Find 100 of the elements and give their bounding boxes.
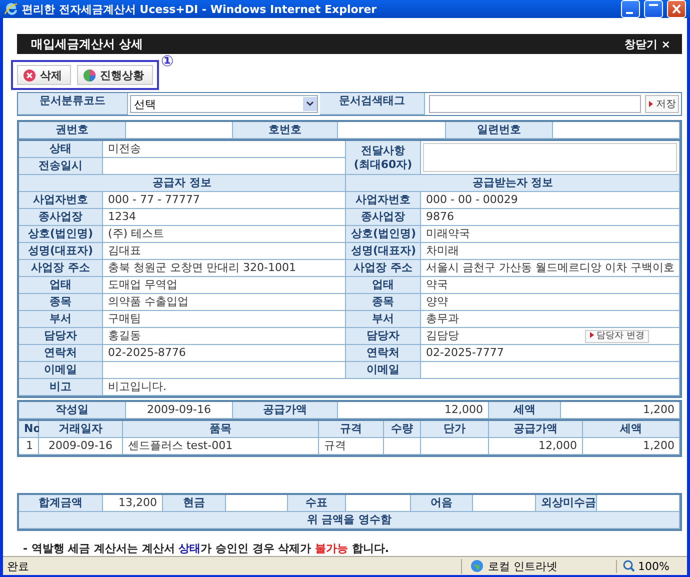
field-label: 전송일시 [19, 158, 103, 175]
field-label: 작성일 [19, 402, 126, 419]
field-label: 수량 [384, 421, 421, 438]
field-label: 담당자 [346, 328, 421, 345]
field-value: 02-2025-8776 [103, 345, 346, 362]
field-value: 규격 [319, 438, 384, 455]
field-label: 비고 [19, 379, 103, 396]
field-label: 이메일 [346, 362, 421, 379]
field-label: 외상미수금 [536, 495, 597, 512]
field-value: 12,000 [338, 402, 489, 419]
field-value: 서울시 금천구 가산동 월드메르디앙 이차 구백이호 [421, 260, 680, 277]
field-label: 종목 [346, 294, 421, 311]
field-value: 총무과 [421, 311, 680, 328]
field-value: 000 - 00 - 00029 [421, 192, 680, 209]
field-label: 사업장 주소 [346, 260, 421, 277]
field-label: 권번호 [19, 122, 126, 139]
field-value: 홍길동 [103, 328, 346, 345]
field-label: 성명(대표자) [19, 243, 103, 260]
field-value: 김대표 [103, 243, 346, 260]
field-value: 양약 [421, 294, 680, 311]
receipt-text: 위 금액을 영수함 [19, 512, 680, 529]
delete-icon [23, 68, 36, 82]
progress-button[interactable]: 진행상황 [77, 65, 153, 85]
triangle-icon [648, 101, 653, 107]
field-label: 상호(법인명) [19, 226, 103, 243]
field-label: 담당자 [19, 328, 103, 345]
field-label: 현금 [163, 495, 226, 512]
field-value: 충북 청원군 오창면 만대리 320-1001 [103, 260, 346, 277]
field-value: 12,000 [489, 438, 583, 455]
field-value: 구매팀 [103, 311, 346, 328]
section-heading: 공급자 정보 [19, 175, 346, 192]
field-label: 합계금액 [19, 495, 103, 512]
empty-cell [384, 438, 421, 455]
field-value: 약국 [421, 277, 680, 294]
field-label: 부서 [19, 311, 103, 328]
minimize-button[interactable] [621, 0, 640, 18]
field-label: 사업장 주소 [19, 260, 103, 277]
field-label: 종사업장 [346, 209, 421, 226]
browser-logo-icon [4, 2, 18, 16]
triangle-icon [590, 332, 594, 338]
message-field[interactable] [423, 143, 678, 172]
notice-text: - 역발행 세금 계산서는 계산서 상태가 승인인 경우 삭제가 불가능 합니다. [23, 541, 390, 556]
field-label: 업태 [346, 277, 421, 294]
field-label: 세액 [583, 421, 680, 438]
close-button[interactable] [667, 0, 686, 18]
field-label: 어음 [411, 495, 473, 512]
field-value: 2009-09-16 [39, 438, 123, 455]
zone-text: 로컬 인트라넷 [488, 558, 558, 574]
window-title: 편리한 전자세금계산서 Ucess+DI - Windows Internet Explorer [22, 2, 378, 16]
category-dropdown[interactable]: 선택 [130, 95, 318, 113]
field-label: 이메일 [19, 362, 103, 379]
maximize-button[interactable] [644, 0, 663, 18]
field-value: 1,200 [583, 438, 680, 455]
field-value: 000 - 77 - 77777 [103, 192, 346, 209]
globe-icon [470, 559, 484, 573]
delete-button[interactable]: 삭제 [17, 65, 71, 85]
change-contact-button[interactable]: 담당자 변경 [584, 330, 650, 342]
status-text: 완료 [7, 558, 29, 574]
field-value: 도매업 무역업 [103, 277, 346, 294]
field-label: 호번호 [233, 122, 338, 139]
field-label: 상호(법인명) [346, 226, 421, 243]
field-label: 문서검색태그 [320, 93, 425, 115]
field-value: 센드플러스 test-001 [123, 438, 319, 455]
field-label: 일련번호 [446, 122, 553, 139]
field-label: 공급가액 [233, 402, 338, 419]
search-tag-field[interactable] [429, 95, 642, 113]
zoom-level[interactable]: 100% [638, 560, 670, 572]
zoom-icon [623, 560, 635, 572]
close-window-link[interactable]: 창닫기 × [618, 36, 676, 52]
field-value: 차미래 [421, 243, 680, 260]
callout-number: ① [161, 52, 174, 70]
field-label: 종목 [19, 294, 103, 311]
field-label: 연락처 [19, 345, 103, 362]
caret-icon [306, 101, 314, 107]
save-button[interactable]: 저장 [645, 95, 680, 113]
field-label: 품목 [123, 421, 319, 438]
field-value: 1,200 [561, 402, 680, 419]
field-value: 미래약국 [421, 226, 680, 243]
field-label: 사업자번호 [346, 192, 421, 209]
field-value: (주) 테스트 [103, 226, 346, 243]
field-label: 문서분류코드 [18, 93, 128, 115]
field-value: 의약품 수출입업 [103, 294, 346, 311]
empty-cell [421, 438, 489, 455]
field-label: 성명(대표자) [346, 243, 421, 260]
field-label: 수표 [288, 495, 346, 512]
field-label: 단가 [421, 421, 489, 438]
field-value: 비고입니다. [103, 379, 680, 396]
pie-chart-icon [83, 68, 96, 82]
field-label: 전달사항 (최대60자) [346, 141, 421, 175]
field-label: 업태 [19, 277, 103, 294]
page-title: 매입세금계산서 상세 [31, 36, 144, 52]
field-value: 1 [19, 438, 39, 455]
field-label: 상태 [19, 141, 103, 158]
field-value: 미전송 [103, 141, 346, 158]
field-value: 김담당 [426, 328, 459, 344]
field-label: 세액 [489, 402, 561, 419]
field-label: 규격 [319, 421, 384, 438]
field-value: 9876 [421, 209, 680, 226]
field-value: 02-2025-7777 [421, 345, 680, 362]
field-label: 거래일자 [39, 421, 123, 438]
